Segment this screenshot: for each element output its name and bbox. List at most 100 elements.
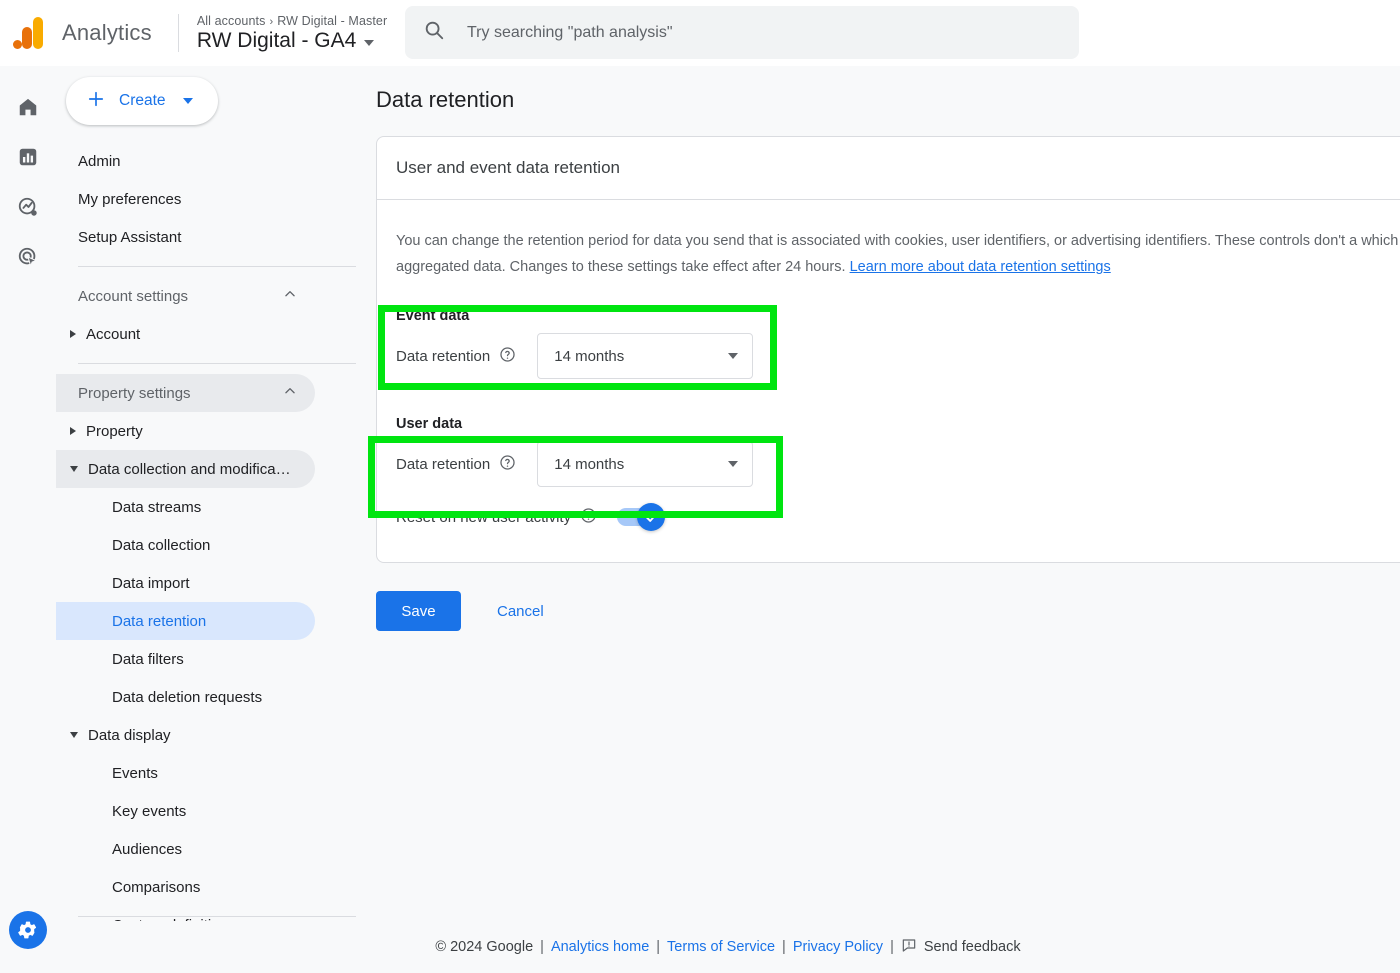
footer-copyright: © 2024 Google [435,939,534,955]
gear-icon[interactable] [9,911,47,949]
breadcrumb-master: RW Digital - Master [277,13,388,28]
sidebar-item-data-streams[interactable]: Data streams [56,488,315,526]
help-circle-icon[interactable] [499,454,516,475]
home-icon[interactable] [4,82,52,132]
sidebar-group-data-collection[interactable]: Data collection and modifica… [56,450,315,488]
sidebar-divider [78,266,356,267]
triangle-right-icon [70,330,76,338]
footer-link-analytics-home[interactable]: Analytics home [551,939,649,955]
reset-toggle-label: Reset on new user activity [396,508,572,526]
data-retention-card: User and event data retention You can ch… [376,136,1400,563]
footer: © 2024 Google | Analytics home | Terms o… [56,921,1400,973]
sidebar-item-account[interactable]: Account [56,315,315,353]
sidebar-item-data-retention[interactable]: Data retention [56,602,315,640]
triangle-down-icon [70,466,78,472]
card-body: You can change the retention period for … [377,200,1400,562]
chevron-up-icon [283,287,297,305]
main-content: Data retention User and event data reten… [373,66,1400,973]
sidebar: Create Admin My preferences Setup Assist… [56,66,373,973]
sidebar-item-label: Key events [112,802,187,820]
chevron-up-icon [283,384,297,402]
sidebar-divider [78,363,356,364]
learn-more-link[interactable]: Learn more about data retention settings [850,259,1111,275]
breadcrumb-separator: › [269,15,274,28]
app-root: Analytics All accounts › RW Digital - Mast… [0,0,1400,973]
reset-on-new-user-activity-toggle[interactable] [617,503,666,531]
search-icon [423,19,445,46]
help-circle-icon[interactable] [580,507,597,528]
sidebar-item-comparisons[interactable]: Comparisons [56,868,315,906]
caret-down-icon [182,98,193,104]
sidebar-group-label: Property settings [78,384,191,402]
create-button-label: Create [119,92,166,109]
sidebar-item-label: Data filters [112,650,184,668]
sidebar-item-label: Admin [78,152,121,170]
bar-chart-icon[interactable] [4,132,52,182]
user-retention-label: Data retention [396,455,491,473]
ga-logo [0,17,56,49]
plus-icon [86,89,106,114]
event-retention-label: Data retention [396,347,491,365]
user-retention-select[interactable]: 14 months [537,441,754,487]
user-data-retention-row: Data retention 14 months [396,432,1400,496]
event-retention-value: 14 months [554,347,625,365]
user-retention-label-wrap: Data retention [396,454,516,475]
caret-down-icon [728,461,739,467]
event-retention-select[interactable]: 14 months [537,333,754,379]
sidebar-item-setup-assistant[interactable]: Setup Assistant [56,218,373,256]
caret-down-icon[interactable] [364,39,375,46]
sidebar-item-key-events[interactable]: Key events [56,792,315,830]
sidebar-item-audiences[interactable]: Audiences [56,830,315,868]
sidebar-item-admin[interactable]: Admin [56,142,373,180]
sidebar-nav: Admin My preferences Setup Assistant Acc… [56,142,373,944]
sidebar-item-data-filters[interactable]: Data filters [56,640,315,678]
footer-link-terms-of-service[interactable]: Terms of Service [667,939,775,955]
sidebar-item-label: Account [86,325,141,343]
sidebar-item-events[interactable]: Events [56,754,315,792]
sidebar-item-data-import[interactable]: Data import [56,564,315,602]
icon-rail [0,66,56,973]
brand-title: Analytics [62,20,152,45]
sidebar-item-label: Events [112,764,158,782]
description-line-1: You can change the retention period for … [396,233,1358,249]
breadcrumb: All accounts › RW Digital - Master [197,14,387,28]
search-bar[interactable] [405,6,1079,59]
sidebar-group-property-settings[interactable]: Property settings [56,374,315,412]
sidebar-group-data-display[interactable]: Data display [56,716,315,754]
send-feedback-button[interactable]: Send feedback [901,937,1021,957]
save-button[interactable]: Save [376,591,461,631]
caret-down-icon [728,353,739,359]
card-title: User and event data retention [377,137,1400,200]
search-input[interactable] [467,23,1061,42]
sidebar-item-property[interactable]: Property [56,412,315,450]
footer-link-privacy-policy[interactable]: Privacy Policy [793,939,883,955]
account-selector[interactable]: All accounts › RW Digital - Master RW Digi… [197,14,387,53]
explore-icon[interactable] [4,182,52,232]
create-button[interactable]: Create [66,77,218,125]
sidebar-item-data-deletion-requests[interactable]: Data deletion requests [56,678,315,716]
breadcrumb-all-accounts: All accounts [196,13,266,28]
sidebar-item-label: My preferences [78,190,182,208]
footer-pipe: | [656,939,661,955]
triangle-right-icon [70,427,76,435]
top-bar: Analytics All accounts › RW Digital - Mast… [0,0,1400,66]
user-data-label: User data [396,416,463,432]
header-divider [177,14,179,52]
retention-description: You can change the retention period for … [396,228,1400,280]
advertising-target-icon[interactable] [4,232,52,282]
event-data-retention-row: Data retention 14 months [396,324,1400,388]
triangle-down-icon [70,732,78,738]
sidebar-item-label: Audiences [112,840,183,858]
event-data-label: Event data [396,308,470,324]
sidebar-item-label: Setup Assistant [78,228,182,246]
sidebar-item-data-collection[interactable]: Data collection [56,526,315,564]
sidebar-item-label: Data display [88,726,171,744]
help-circle-icon[interactable] [499,346,516,367]
reset-toggle-label-wrap: Reset on new user activity [396,507,597,528]
sidebar-group-account-settings[interactable]: Account settings [56,277,315,315]
sidebar-item-label: Data collection [112,536,211,554]
sidebar-item-my-preferences[interactable]: My preferences [56,180,373,218]
cancel-button[interactable]: Cancel [483,593,558,630]
sidebar-item-label: Data retention [112,612,207,630]
footer-pipe: | [890,939,894,955]
